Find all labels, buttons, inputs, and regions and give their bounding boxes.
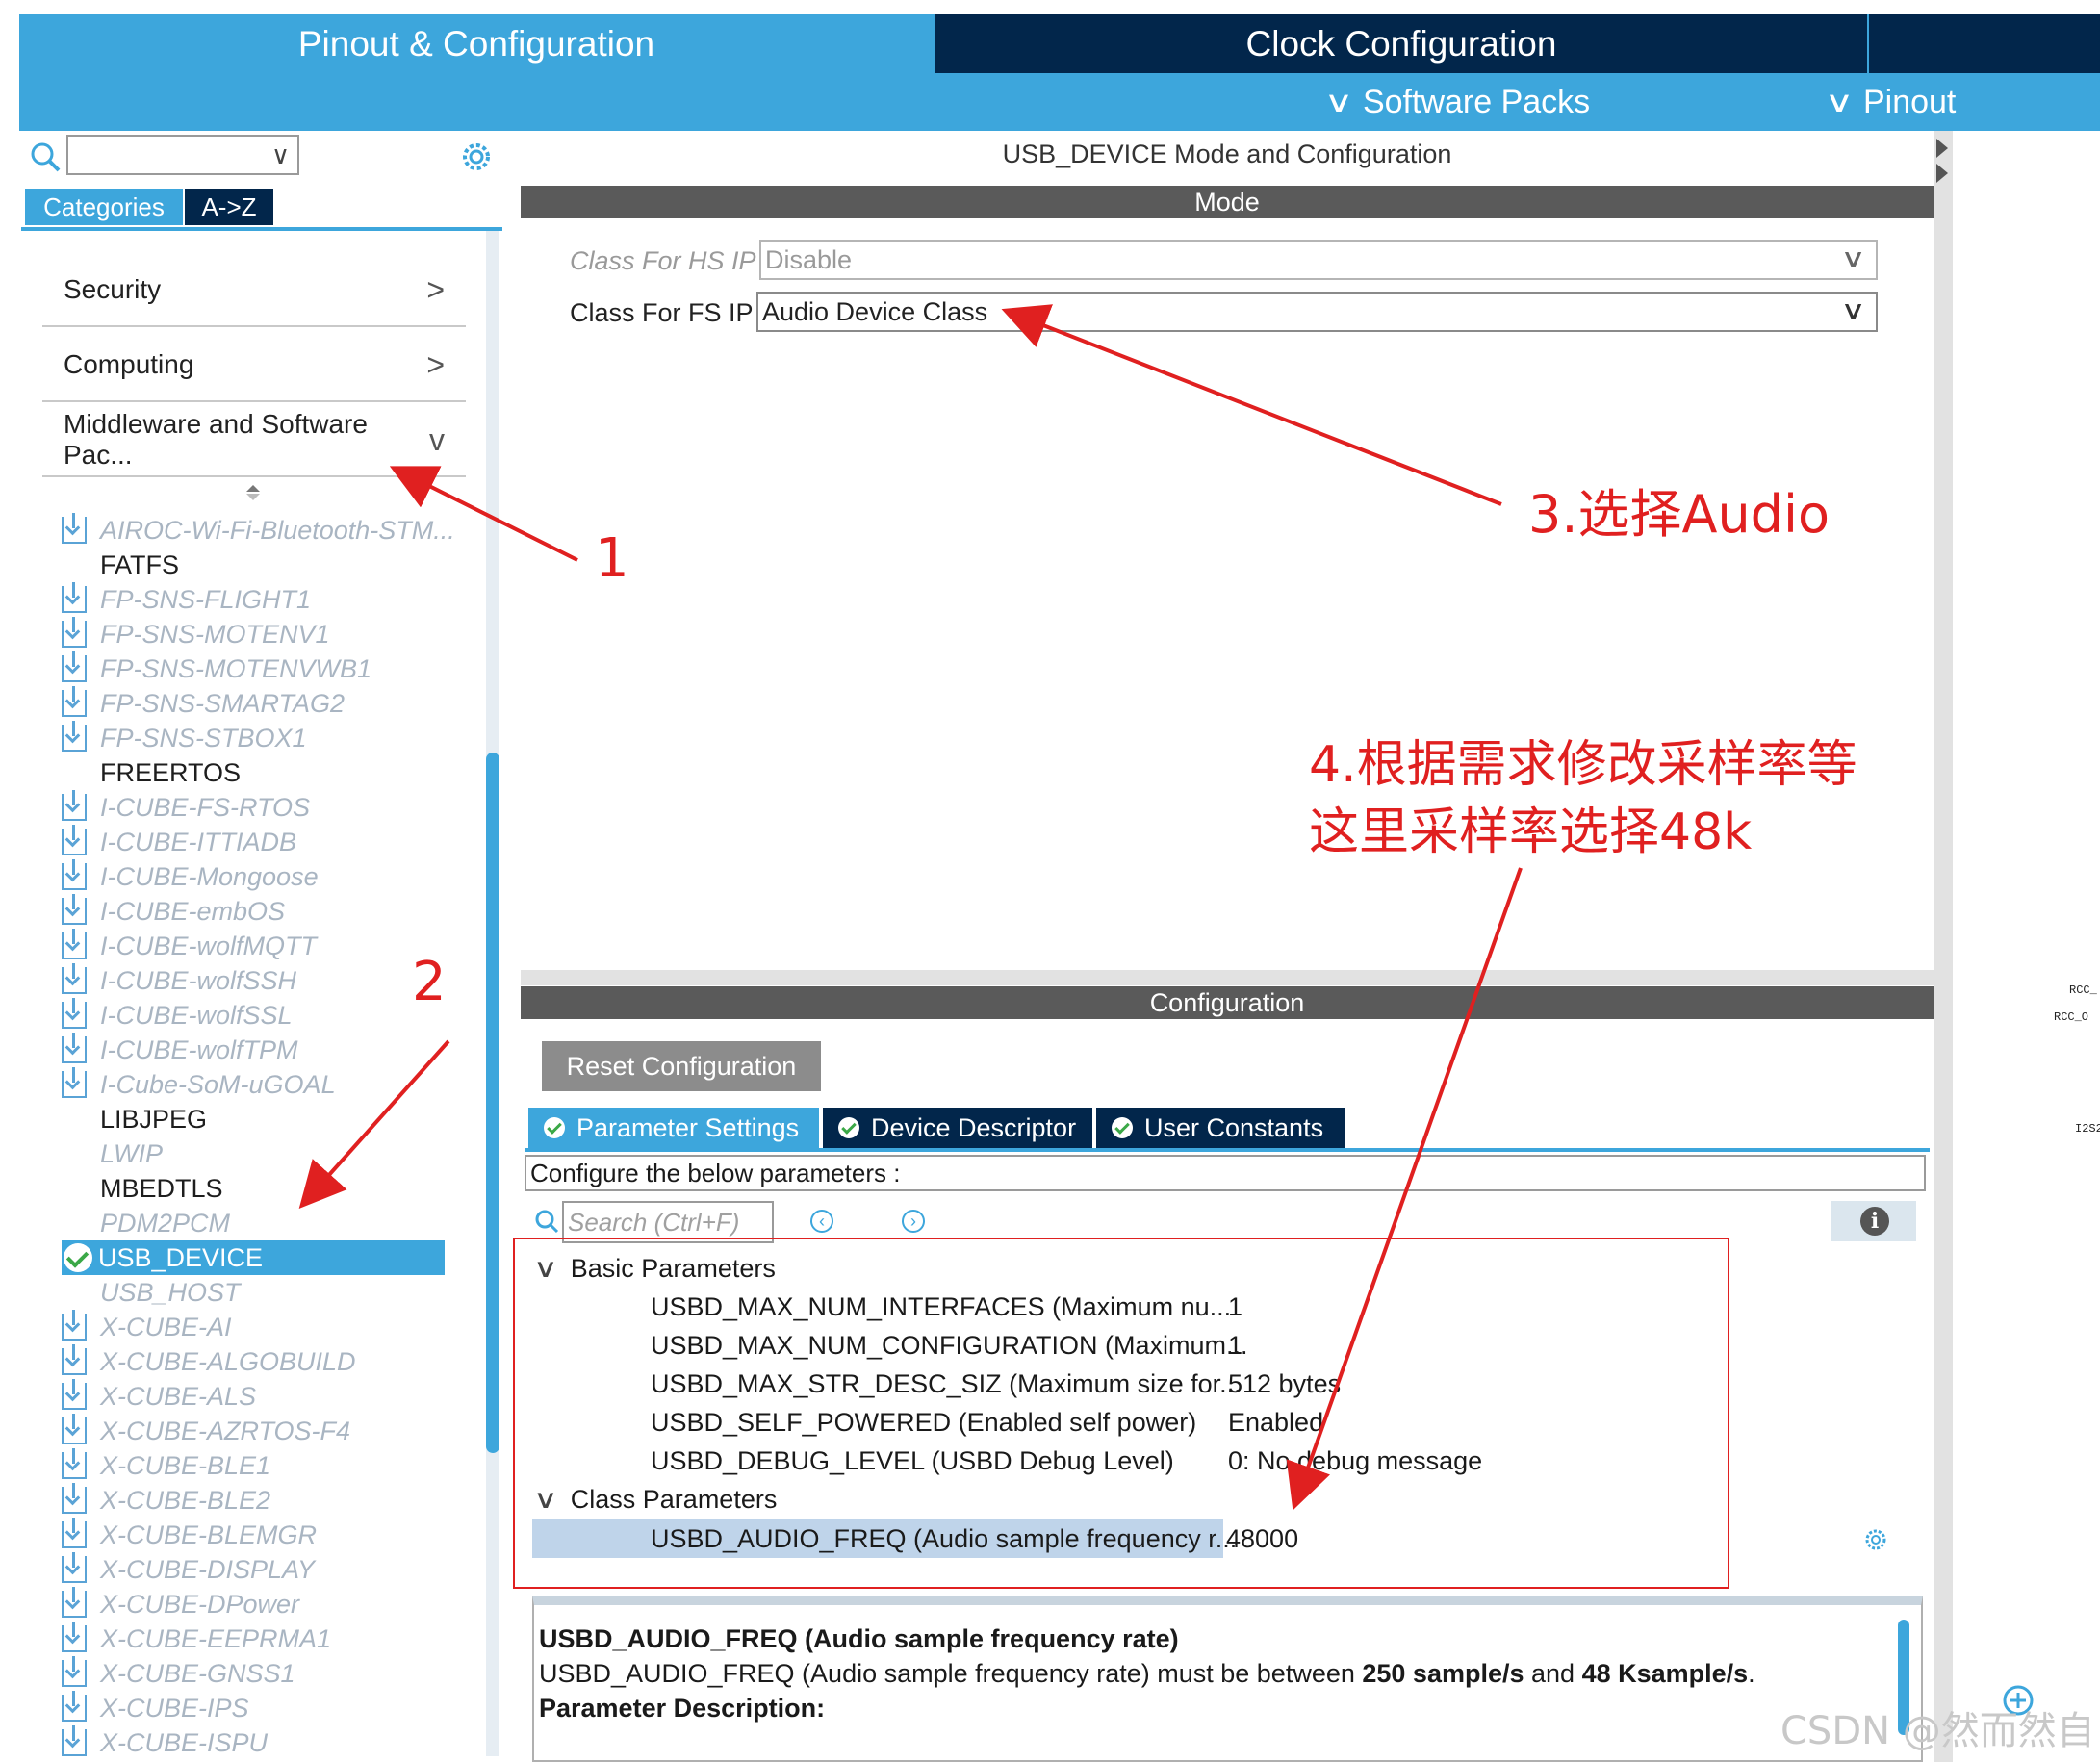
annotation-step-3: 3.选择Audio xyxy=(1528,484,1831,545)
annotation-step-1: 1 xyxy=(595,527,629,590)
arrow-4 xyxy=(1286,867,1523,1511)
arrow-3 xyxy=(1001,304,1502,506)
annotation-step-2: 2 xyxy=(412,951,447,1013)
annotation-overlay xyxy=(298,304,1729,1589)
highlight-box xyxy=(513,1238,1729,1589)
watermark: CSDN @然而然自 xyxy=(1780,1709,2095,1753)
arrow-2 xyxy=(298,1039,450,1209)
annotation-step-4-line1: 4.根据需求修改采样率等 xyxy=(1309,736,1857,794)
annotation-step-4-line2: 这里采样率选择48k xyxy=(1309,804,1753,861)
arrow-1 xyxy=(389,466,578,562)
